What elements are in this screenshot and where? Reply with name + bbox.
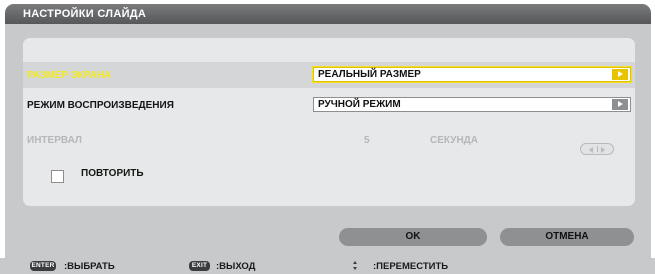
exit-hint-label: :ВЫХОД	[216, 261, 256, 272]
move-hint-label: :ПЕРЕМЕСТИТЬ	[373, 261, 449, 272]
stepper-right-icon[interactable]	[601, 146, 605, 153]
screen-size-value: РЕАЛЬНЫЙ РАЗМЕР	[318, 69, 421, 80]
repeat-checkbox[interactable]	[51, 170, 64, 183]
screen-size-label: РАЗМЕР ЭКРАНА	[27, 70, 112, 81]
enter-key-icon: ENTER	[30, 261, 56, 271]
footer-hints: ENTER :ВЫБРАТЬ EXIT :ВЫХОД :ПЕРЕМЕСТИТЬ	[0, 258, 655, 274]
playback-mode-value: РУЧНОЙ РЕЖИМ	[318, 99, 401, 110]
exit-key-icon: EXIT	[189, 261, 210, 271]
playback-mode-label: РЕЖИМ ВОСПРОИЗВЕДЕНИЯ	[27, 100, 174, 111]
settings-panel: РАЗМЕР ЭКРАНА РЕАЛЬНЫЙ РАЗМЕР РЕЖИМ ВОСП…	[23, 38, 635, 206]
cancel-button[interactable]: ОТМЕНА	[500, 228, 634, 246]
enter-hint-label: :ВЫБРАТЬ	[64, 261, 115, 272]
dialog-title: НАСТРОЙКИ СЛАЙДА	[23, 8, 147, 20]
up-down-arrows-icon	[352, 261, 359, 272]
interval-label: ИНТЕРВАЛ	[27, 135, 82, 146]
playback-mode-select[interactable]: РУЧНОЙ РЕЖИМ	[313, 97, 631, 112]
playback-mode-arrow-icon[interactable]	[612, 99, 628, 110]
interval-value: 5	[364, 135, 370, 146]
interval-unit: СЕКУНДА	[430, 135, 479, 146]
ok-button[interactable]: OK	[339, 228, 487, 246]
stepper-left-icon[interactable]	[589, 146, 593, 153]
slide-settings-dialog: НАСТРОЙКИ СЛАЙДА РАЗМЕР ЭКРАНА РЕАЛЬНЫЙ …	[5, 4, 651, 274]
screen-size-arrow-icon[interactable]	[612, 69, 628, 80]
screen-size-select[interactable]: РЕАЛЬНЫЙ РАЗМЕР	[313, 67, 631, 82]
interval-stepper[interactable]	[580, 143, 614, 155]
dialog-titlebar: НАСТРОЙКИ СЛАЙДА	[5, 4, 651, 24]
repeat-label: ПОВТОРИТЬ	[81, 168, 144, 179]
